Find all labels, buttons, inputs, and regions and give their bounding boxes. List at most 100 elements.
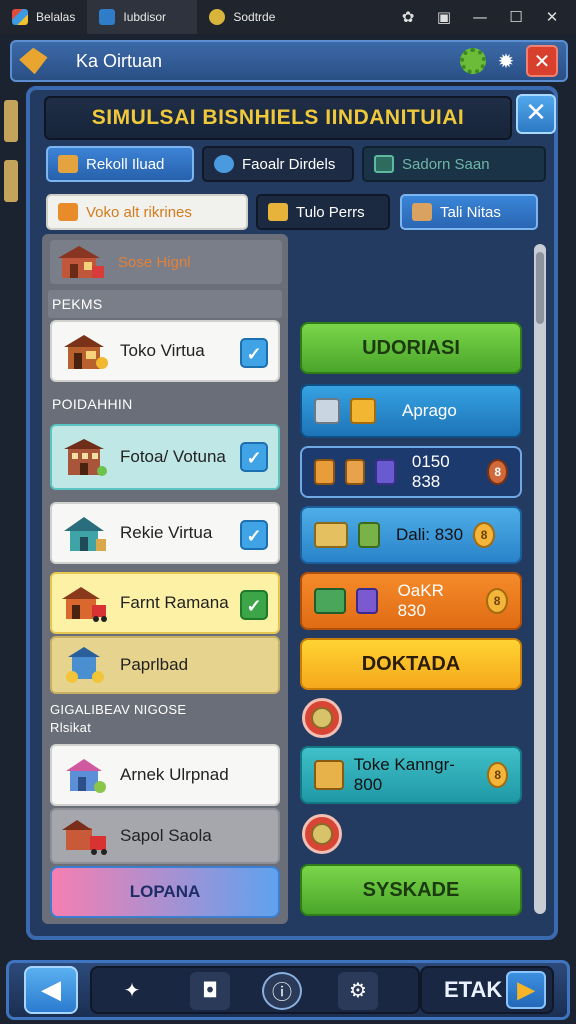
building-card-fotoa[interactable]: Fotoa/ Votuna ✓ [50, 424, 280, 490]
checkbox-checked-icon[interactable]: ✓ [240, 520, 268, 550]
row-toko[interactable]: Toke Kanngr- 800 8 [300, 746, 522, 804]
star-icon[interactable]: ✦ [112, 972, 152, 1010]
section-label: POIDAHHIN [52, 396, 133, 412]
gears-icon [214, 155, 234, 173]
hammer-icon [412, 203, 432, 221]
card-label: Toko Virtua [120, 341, 205, 360]
tab-rekoll[interactable]: Rekoll Iluad [46, 146, 194, 182]
doktada-button[interactable]: DOKTADA [300, 638, 522, 690]
tab-sadorn[interactable]: Sadorn Saan [362, 146, 546, 182]
building-card-arnek[interactable]: Arnek Ulrpnad [50, 744, 280, 806]
os-tab-label: Belalas [36, 10, 76, 24]
etak-label: ETAK [444, 977, 503, 1002]
row-label: Dali: 830 [396, 525, 464, 544]
tab-label: Tali Nitas [440, 203, 501, 221]
row-label: Toke Kanngr- 800 [353, 755, 455, 794]
tab-label: Faoalr Dirdels [242, 155, 336, 173]
shield-icon [209, 9, 226, 25]
chat-icon[interactable]: ◘ [190, 972, 230, 1010]
button-label: UDORIASI [362, 336, 460, 359]
coin-icon: 8 [486, 588, 509, 614]
receipt-icon [344, 459, 366, 485]
round-token-icon[interactable] [302, 814, 342, 854]
store-icon [64, 335, 108, 369]
shop-truck-icon [62, 587, 107, 622]
tab-faoalr[interactable]: Faoalr Dirdels [202, 146, 354, 182]
extension-icon[interactable]: ✿ [400, 8, 416, 26]
puzzle-piece-icon [58, 203, 78, 221]
row-oakr[interactable]: OaKR 830 8 [300, 572, 522, 630]
shop-building-icon [58, 246, 104, 278]
close-icon[interactable]: ✕ [544, 8, 560, 26]
app-cube-icon [12, 9, 28, 25]
card-label: Fotoa/ Votuna [120, 447, 226, 466]
chart-icon [374, 155, 394, 173]
coin-icon: 8 [473, 522, 496, 548]
panel-title: SIMULSAI BISNHIELS IINDANITUIAI [44, 96, 512, 140]
back-button[interactable]: ◀ [24, 966, 78, 1014]
section-label: GIGALIBEAV NIGOSE [50, 702, 187, 717]
os-tab-bar: Belalas Iubdisor Sodtrde ✿ ▣ — ☐ ✕ [0, 0, 576, 34]
gear-icon[interactable]: ⚙ [338, 972, 378, 1010]
box-icon [314, 760, 344, 790]
safe-icon [314, 588, 346, 614]
app-logo-icon [17, 45, 51, 77]
scrollbar-thumb[interactable] [536, 252, 544, 324]
cash-register-icon [314, 522, 348, 548]
tab-label: Tulo Perrs [296, 203, 365, 221]
card-label: Sapol Saola [120, 826, 212, 845]
card-label: Paprlbad [120, 655, 189, 674]
tab-tulo[interactable]: Tulo Perrs [256, 194, 390, 230]
card-label: Farnt Ramana [120, 593, 229, 612]
syskade-button[interactable]: SYSKADE [300, 864, 522, 916]
wrench-icon [268, 203, 288, 221]
panel-close-button[interactable]: ✕ [516, 94, 556, 134]
maximize-icon[interactable]: ☐ [508, 8, 524, 26]
building-card-rekie[interactable]: Rekie Virtua ✓ [50, 502, 280, 564]
window-icon[interactable]: ▣ [436, 8, 452, 26]
os-tab-1[interactable]: Belalas [0, 0, 87, 34]
building-card-paprlbad[interactable]: Paprlbad [50, 636, 280, 694]
os-tab-2[interactable]: Iubdisor [87, 0, 198, 34]
checkbox-checked-icon[interactable]: ✓ [240, 590, 268, 620]
round-token-icon[interactable] [302, 698, 342, 738]
row-label: OaKR 830 [397, 581, 444, 620]
checkbox-checked-icon[interactable]: ✓ [240, 442, 268, 472]
button-label: SYSKADE [362, 878, 460, 901]
scrollbar-track[interactable] [534, 244, 546, 914]
info-icon[interactable]: ⓘ [262, 972, 302, 1010]
factory-icon [66, 759, 106, 793]
app-close-button[interactable]: ✕ [526, 45, 558, 77]
app-title: Ka Oirtuan [76, 50, 163, 71]
list-header-label: Sose Hignl [118, 253, 191, 271]
row-price[interactable]: 0150 838 8 [300, 446, 522, 498]
list-header[interactable]: Sose Hignl [50, 240, 282, 284]
server-icon [375, 459, 396, 485]
canister-icon [355, 588, 378, 614]
delivery-truck-icon [62, 820, 107, 855]
brick-building-icon [64, 439, 107, 476]
building-card-toko[interactable]: Toko Virtua ✓ [50, 320, 280, 382]
lopana-button[interactable]: LOPANA [50, 866, 280, 918]
building-card-farnt[interactable]: Farnt Ramana ✓ [50, 572, 280, 634]
row-label: 0150 838 [411, 452, 450, 491]
tab-label: Voko alt rikrines [86, 203, 192, 221]
tab-label: Rekoll Iluad [86, 155, 165, 173]
building-card-sapol[interactable]: Sapol Saola [50, 808, 280, 864]
green-gear-icon[interactable] [460, 48, 486, 74]
app-header: Ka Oirtuan ✹ ✕ [10, 40, 568, 82]
tab-tali[interactable]: Tali Nitas [400, 194, 538, 230]
row-aprago[interactable]: Aprago [300, 384, 522, 438]
etak-button[interactable]: ETAK ▶ [420, 966, 554, 1014]
checkbox-checked-icon[interactable]: ✓ [240, 338, 268, 368]
row-dali[interactable]: Dali: 830 8 [300, 506, 522, 564]
minimize-icon[interactable]: — [472, 8, 488, 26]
os-tab-3[interactable]: Sodtrde [197, 0, 297, 34]
settings-gear-icon[interactable]: ✹ [494, 49, 518, 73]
tab-voko[interactable]: Voko alt rikrines [46, 194, 248, 230]
coin-icon: 8 [487, 459, 508, 485]
coins-building-icon [66, 647, 104, 683]
os-tab-label: Sodtrde [233, 10, 276, 24]
udoriasi-button[interactable]: UDORIASI [300, 322, 522, 374]
house-icon [64, 517, 106, 551]
